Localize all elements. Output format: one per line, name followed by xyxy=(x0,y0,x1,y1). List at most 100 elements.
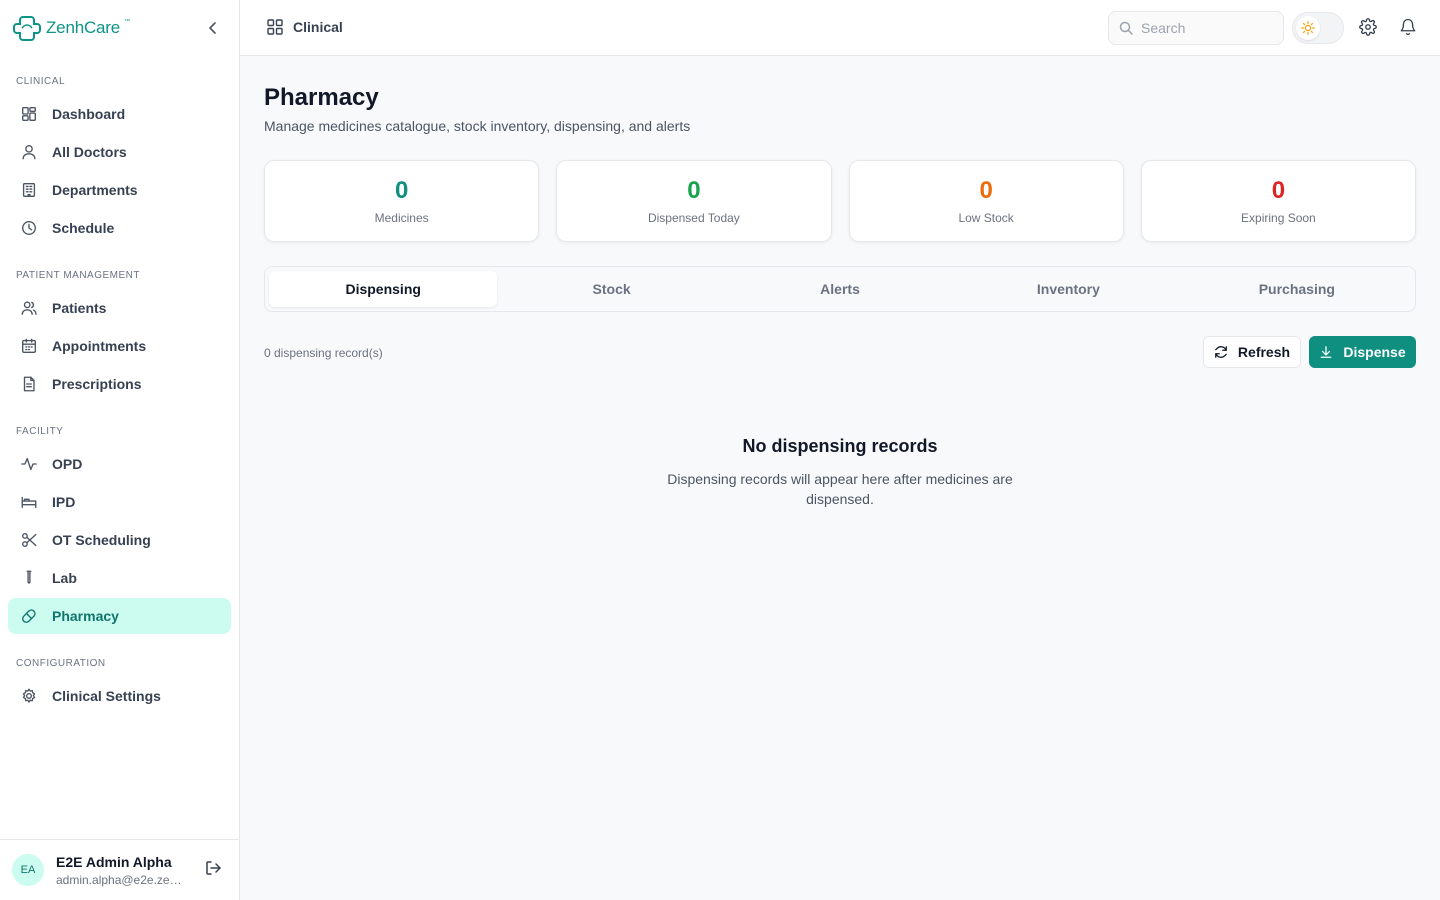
nav-section-title: PATIENT MANAGEMENT xyxy=(16,270,141,281)
top-header: Clinical xyxy=(240,0,1440,56)
record-count: 0 dispensing record(s) xyxy=(264,346,383,360)
stat-value: 0 xyxy=(687,177,701,204)
tab-dispensing[interactable]: Dispensing xyxy=(269,271,498,307)
brand-name: ZenhCare xyxy=(46,18,120,37)
stat-value: 0 xyxy=(979,177,993,204)
sidebar-item-appointments[interactable]: Appointments xyxy=(8,328,231,364)
empty-state-description: Dispensing records will appear here afte… xyxy=(667,471,1013,507)
sidebar: ZenhCare ™ CLINICAL Dashboard All Doctors De… xyxy=(0,0,240,900)
calendar-icon xyxy=(20,337,38,355)
nav-section-title: CLINICAL xyxy=(16,76,66,87)
tab-purchasing[interactable]: Purchasing xyxy=(1183,271,1411,307)
user-email: admin.alpha@e2e.zen... xyxy=(56,872,186,887)
refresh-icon xyxy=(1215,346,1227,358)
sidebar-item-lab[interactable]: Lab xyxy=(8,560,231,596)
user-profile[interactable]: EA E2E Admin Alpha admin.alpha@e2e.zen..… xyxy=(0,839,239,900)
breadcrumb: Clinical xyxy=(266,18,343,36)
sidebar-item-label: Prescriptions xyxy=(52,376,142,392)
search-box[interactable] xyxy=(1108,11,1284,45)
theme-knob xyxy=(1296,16,1320,40)
sidebar-item-dashboard[interactable]: Dashboard xyxy=(8,96,231,132)
brand-trademark: ™ xyxy=(124,19,130,25)
stat-label: Expiring Soon xyxy=(1241,211,1316,225)
sidebar-item-all-doctors[interactable]: All Doctors xyxy=(8,134,231,170)
user-name: E2E Admin Alpha xyxy=(56,853,172,870)
sidebar-item-label: Clinical Settings xyxy=(52,688,161,704)
user-icon xyxy=(20,143,38,161)
bell-icon xyxy=(1400,18,1416,36)
stat-label: Low Stock xyxy=(958,211,1014,225)
sidebar-item-ot-scheduling[interactable]: OT Scheduling xyxy=(8,522,231,558)
users-icon xyxy=(20,299,38,317)
logout-button[interactable] xyxy=(204,859,222,882)
sidebar-item-label: OPD xyxy=(52,456,83,472)
tab-inventory[interactable]: Inventory xyxy=(954,271,1182,307)
sidebar-item-prescriptions[interactable]: Prescriptions xyxy=(8,366,231,402)
pill-icon xyxy=(20,607,38,625)
zenhcare-logo-icon xyxy=(13,16,41,41)
stat-card-medicines: 0 Medicines xyxy=(264,160,540,242)
stat-label: Dispensed Today xyxy=(647,211,740,225)
avatar: EA xyxy=(12,854,44,886)
bed-icon xyxy=(20,493,38,511)
stats-row: 0 Medicines 0 Dispensed Today 0 Low Stoc… xyxy=(264,160,1416,242)
clock-icon xyxy=(20,219,38,237)
activity-icon xyxy=(20,455,38,473)
sidebar-item-label: Departments xyxy=(52,182,138,198)
sidebar-item-label: All Doctors xyxy=(52,144,127,160)
sidebar-item-schedule[interactable]: Schedule xyxy=(8,210,231,246)
brand: ZenhCare ™ xyxy=(0,0,239,56)
nav-section-title: CONFIGURATION xyxy=(16,658,106,669)
user-info: E2E Admin Alpha admin.alpha@e2e.zen... xyxy=(56,854,186,887)
collapse-sidebar-button[interactable] xyxy=(203,18,223,38)
search-input[interactable] xyxy=(1141,20,1271,36)
test-tube-icon xyxy=(20,569,38,587)
stat-card-expiring-soon: 0 Expiring Soon xyxy=(1140,160,1416,242)
refresh-label: Refresh xyxy=(1237,344,1291,360)
sidebar-item-opd[interactable]: OPD xyxy=(8,446,231,482)
nav-gap xyxy=(0,404,239,420)
stat-value: 0 xyxy=(394,177,409,204)
sidebar-item-label: IPD xyxy=(52,494,76,510)
empty-state: No dispensing records Dispensing records… xyxy=(640,436,1040,509)
nav-section-title: FACILITY xyxy=(16,426,64,437)
notifications-button[interactable] xyxy=(1399,18,1419,38)
tab-stock[interactable]: Stock xyxy=(497,271,725,307)
tab-alerts[interactable]: Alerts xyxy=(726,271,954,307)
stat-value: 0 xyxy=(1271,177,1286,204)
chevron-left-icon xyxy=(209,22,216,34)
sidebar-nav: CLINICAL Dashboard All Doctors Departments S… xyxy=(0,56,239,714)
settings-button[interactable] xyxy=(1359,18,1379,38)
theme-toggle[interactable] xyxy=(1292,12,1344,44)
sidebar-item-label: OT Scheduling xyxy=(52,532,151,548)
logout-icon xyxy=(206,860,221,875)
refresh-button[interactable]: Refresh xyxy=(1203,336,1301,368)
building-icon xyxy=(20,181,38,199)
nav-gap xyxy=(0,248,239,264)
stat-card-low-stock: 0 Low Stock xyxy=(848,160,1124,242)
file-icon xyxy=(20,375,38,393)
sidebar-item-patients[interactable]: Patients xyxy=(8,290,231,326)
sidebar-item-pharmacy[interactable]: Pharmacy xyxy=(8,598,231,634)
search-icon xyxy=(1119,21,1133,35)
gear-icon xyxy=(1359,18,1377,36)
sidebar-item-ipd[interactable]: IPD xyxy=(8,484,231,520)
zenhcare-logo[interactable]: ZenhCare ™ xyxy=(12,14,130,42)
main-content: Pharmacy Manage medicines catalogue, sto… xyxy=(240,56,1440,900)
breadcrumb-label: Clinical xyxy=(293,19,343,35)
dispense-button[interactable]: Dispense xyxy=(1309,336,1416,368)
sidebar-item-label: Patients xyxy=(52,300,107,316)
grid-icon xyxy=(267,19,283,35)
page-title: Pharmacy xyxy=(264,84,379,111)
pharmacy-tabs: Dispensing Stock Alerts Inventory Purcha… xyxy=(264,266,1416,312)
grid-icon xyxy=(20,105,38,123)
stat-label: Medicines xyxy=(374,211,429,225)
empty-state-title: No dispensing records xyxy=(742,436,938,456)
nav-gap xyxy=(0,636,239,652)
sidebar-item-departments[interactable]: Departments xyxy=(8,172,231,208)
stat-card-dispensed-today: 0 Dispensed Today xyxy=(556,160,832,242)
sun-icon xyxy=(1301,21,1315,35)
scissors-icon xyxy=(20,531,38,549)
sidebar-item-label: Pharmacy xyxy=(52,608,119,624)
sidebar-item-clinical-settings[interactable]: Clinical Settings xyxy=(8,678,231,714)
